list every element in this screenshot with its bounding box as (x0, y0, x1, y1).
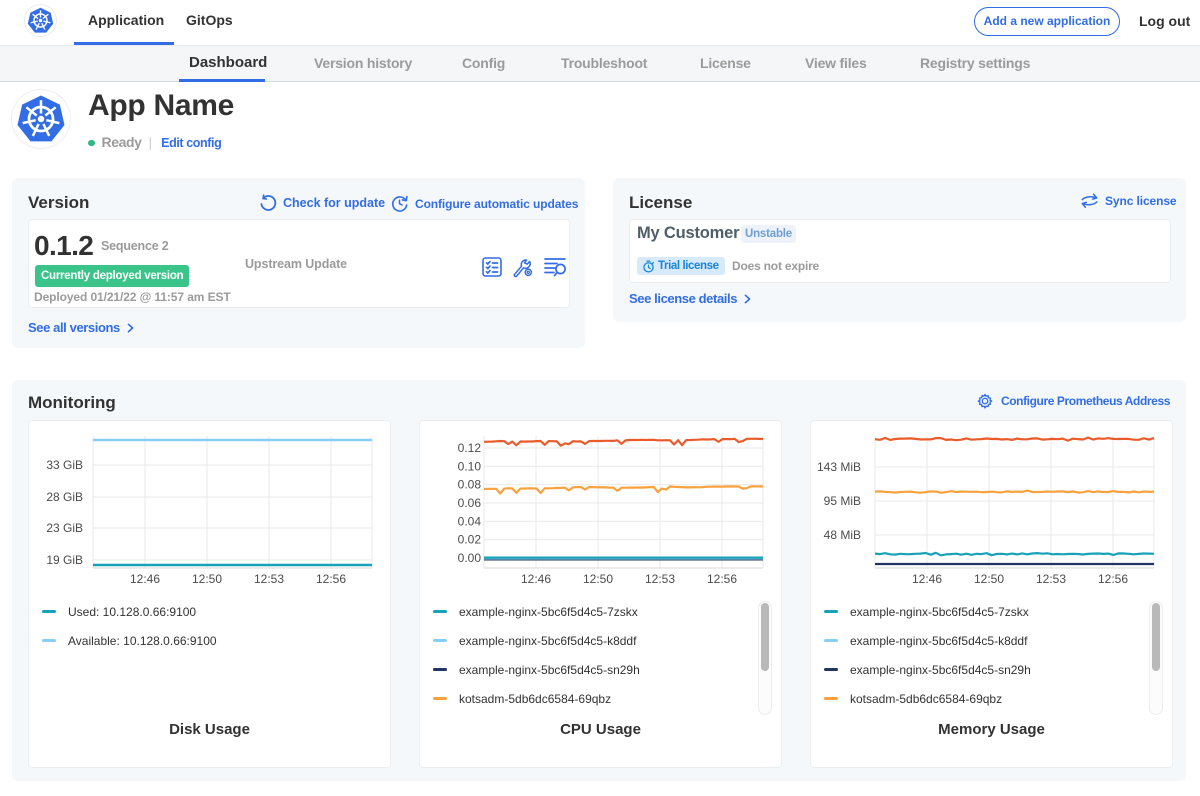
svg-text:12:46: 12:46 (521, 572, 551, 586)
svg-text:12:53: 12:53 (254, 572, 284, 586)
svg-text:12:50: 12:50 (974, 572, 1004, 586)
svg-text:19 GiB: 19 GiB (46, 553, 83, 567)
svg-text:12:56: 12:56 (1098, 572, 1128, 586)
svg-text:0.06: 0.06 (458, 496, 482, 510)
svg-text:12:46: 12:46 (912, 572, 942, 586)
svg-text:0.00: 0.00 (458, 551, 482, 565)
svg-text:48 MiB: 48 MiB (824, 528, 861, 542)
svg-text:95 MiB: 95 MiB (824, 494, 861, 508)
svg-text:12:56: 12:56 (707, 572, 737, 586)
svg-text:0.08: 0.08 (458, 478, 482, 492)
svg-text:23 GiB: 23 GiB (46, 521, 83, 535)
svg-text:12:53: 12:53 (645, 572, 675, 586)
svg-text:28 GiB: 28 GiB (46, 490, 83, 504)
svg-text:0.12: 0.12 (458, 441, 482, 455)
svg-text:12:50: 12:50 (192, 572, 222, 586)
svg-text:143 MiB: 143 MiB (817, 460, 861, 474)
svg-text:0.02: 0.02 (458, 533, 482, 547)
svg-text:0.10: 0.10 (458, 459, 482, 473)
svg-text:33 GiB: 33 GiB (46, 458, 83, 472)
svg-text:12:56: 12:56 (316, 572, 346, 586)
svg-text:12:53: 12:53 (1036, 572, 1066, 586)
svg-text:0.04: 0.04 (458, 514, 482, 528)
svg-text:12:46: 12:46 (130, 572, 160, 586)
svg-text:12:50: 12:50 (583, 572, 613, 586)
